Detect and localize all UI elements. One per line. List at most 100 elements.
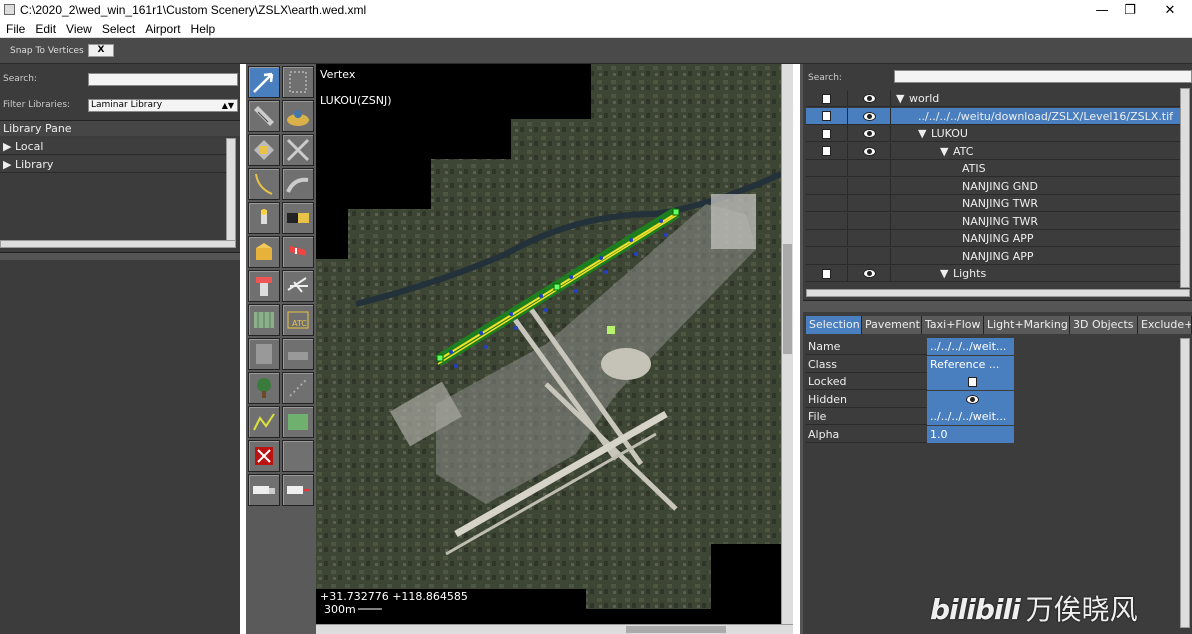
hierarchy-row[interactable]: ../../../../weitu/download/ZSLX/Level16/…	[806, 107, 1181, 125]
exclusion-tool-button[interactable]	[248, 440, 280, 472]
light-tool-button[interactable]	[248, 202, 280, 234]
expand-arrow-icon[interactable]: ▶	[3, 158, 11, 171]
hierarchy-row[interactable]: ▼ Lights	[806, 265, 1181, 282]
hierarchy-row[interactable]: ▼ LUKOU	[806, 125, 1181, 142]
hierarchy-row[interactable]: ▼ world	[806, 90, 1181, 107]
visibility-toggle[interactable]	[849, 142, 891, 160]
ramp-start-tool-button[interactable]	[282, 270, 314, 302]
line-tool-button[interactable]	[282, 372, 314, 404]
expand-arrow-icon[interactable]: ▼	[940, 143, 948, 160]
lock-toggle[interactable]	[806, 230, 848, 247]
forest-tool-button[interactable]	[248, 372, 280, 404]
expand-arrow-icon[interactable]: ▼	[940, 265, 948, 282]
vertex-tool-button[interactable]	[248, 66, 280, 98]
menu-file[interactable]: File	[2, 20, 29, 38]
visibility-toggle[interactable]	[849, 160, 891, 177]
runway-tool-button[interactable]	[248, 100, 280, 132]
tab-3d-objects[interactable]: 3D Objects	[1070, 316, 1138, 334]
property-value[interactable]	[927, 390, 1014, 408]
visibility-toggle[interactable]	[849, 90, 891, 107]
visibility-toggle[interactable]	[849, 247, 891, 265]
lock-toggle[interactable]	[806, 212, 848, 230]
lock-toggle[interactable]	[806, 107, 848, 125]
tab-light-marking[interactable]: Light+Marking	[984, 316, 1070, 334]
library-hscroll[interactable]	[0, 240, 236, 248]
visibility-toggle[interactable]	[849, 265, 891, 282]
boundary-tool-button[interactable]	[282, 168, 314, 200]
taxiway-tool-button[interactable]	[282, 134, 314, 166]
map-vscroll-thumb[interactable]	[783, 244, 792, 354]
sealane-tool-button[interactable]	[248, 134, 280, 166]
visibility-toggle[interactable]	[849, 107, 891, 125]
menu-help[interactable]: Help	[187, 20, 220, 38]
lock-toggle[interactable]	[806, 90, 848, 107]
hierarchy-vscroll[interactable]	[1180, 88, 1190, 288]
visibility-toggle[interactable]	[849, 212, 891, 230]
close-button[interactable]: ✕	[1152, 0, 1188, 20]
library-search-input[interactable]	[88, 73, 238, 86]
hierarchy-row[interactable]: NANJING GND	[806, 177, 1181, 195]
tab-selection[interactable]: Selection	[806, 316, 862, 334]
hierarchy-row[interactable]: NANJING APP	[806, 247, 1181, 265]
visibility-toggle[interactable]	[849, 230, 891, 247]
lock-toggle[interactable]	[806, 247, 848, 265]
helipad-tool-button[interactable]	[282, 100, 314, 132]
hierarchy-row[interactable]: NANJING TWR	[806, 212, 1181, 230]
map-view[interactable]: Vertex LUKOU(ZSNJ) +31.732776 +118.86458…	[316, 64, 781, 624]
menu-view[interactable]: View	[62, 20, 96, 38]
polygon-tool-button[interactable]	[282, 406, 314, 438]
menu-airport[interactable]: Airport	[141, 20, 184, 38]
hierarchy-row[interactable]: ▼ ATC	[806, 142, 1181, 160]
property-value[interactable]: ../../../../weit...	[927, 408, 1014, 425]
string-tool-button[interactable]	[282, 338, 314, 370]
atc-tool-button[interactable]: ATC	[282, 304, 314, 336]
library-item-library[interactable]: ▶ Library	[0, 156, 226, 173]
lock-toggle[interactable]	[806, 265, 848, 282]
tab-taxi-flow[interactable]: Taxi+Flow	[922, 316, 984, 334]
menu-edit[interactable]: Edit	[31, 20, 60, 38]
lock-toggle[interactable]	[806, 160, 848, 177]
truck-tool-button[interactable]	[282, 474, 314, 506]
object-tool-button[interactable]	[248, 236, 280, 268]
lock-toggle[interactable]	[806, 125, 848, 142]
building-tool-button[interactable]	[248, 338, 280, 370]
tab-exclusions[interactable]: Exclude+I	[1138, 316, 1192, 334]
polygon-line-tool-button[interactable]	[248, 406, 280, 438]
expand-arrow-icon[interactable]: ▼	[896, 90, 904, 107]
hierarchy-search-input[interactable]	[894, 70, 1192, 83]
hierarchy-hscroll[interactable]	[806, 289, 1190, 297]
snap-checkbox[interactable]: X	[88, 44, 114, 57]
lock-toggle[interactable]	[806, 142, 848, 160]
route-tool-button[interactable]	[248, 474, 280, 506]
property-value[interactable]: ../../../../weit...	[927, 338, 1014, 355]
visibility-toggle[interactable]	[849, 195, 891, 212]
library-item-local[interactable]: ▶ Local	[0, 138, 226, 155]
expand-arrow-icon[interactable]: ▼	[918, 125, 926, 142]
property-value[interactable]: Reference ...	[927, 355, 1014, 373]
hierarchy-row[interactable]: ATIS	[806, 160, 1181, 177]
facade-tool-button[interactable]	[248, 304, 280, 336]
marquee-tool-button[interactable]	[282, 66, 314, 98]
windsock-tool-button[interactable]	[282, 236, 314, 268]
panel-splitter[interactable]	[803, 300, 1192, 312]
map-hscroll[interactable]	[316, 624, 793, 634]
maximize-button[interactable]: ❐	[1112, 0, 1148, 20]
tower-tool-button[interactable]	[248, 270, 280, 302]
lock-toggle[interactable]	[806, 177, 848, 195]
hierarchy-row[interactable]: NANJING TWR	[806, 195, 1181, 212]
library-filter-select[interactable]: Laminar Library ▲▼	[88, 99, 238, 112]
panel-splitter[interactable]	[0, 252, 240, 260]
lock-toggle[interactable]	[806, 195, 848, 212]
library-vscroll[interactable]	[226, 138, 236, 242]
map-hscroll-thumb[interactable]	[626, 626, 726, 633]
property-value[interactable]	[927, 373, 1014, 390]
map-vscroll[interactable]	[781, 64, 793, 624]
visibility-toggle[interactable]	[849, 177, 891, 195]
property-vscroll[interactable]	[1180, 338, 1190, 628]
sign-tool-button[interactable]	[282, 202, 314, 234]
taxiline-tool-button[interactable]	[248, 168, 280, 200]
expand-arrow-icon[interactable]: ▶	[3, 140, 11, 153]
property-value[interactable]: 1.0	[927, 425, 1014, 443]
hierarchy-row[interactable]: NANJING APP	[806, 230, 1181, 247]
tab-pavement[interactable]: Pavement	[862, 316, 922, 334]
